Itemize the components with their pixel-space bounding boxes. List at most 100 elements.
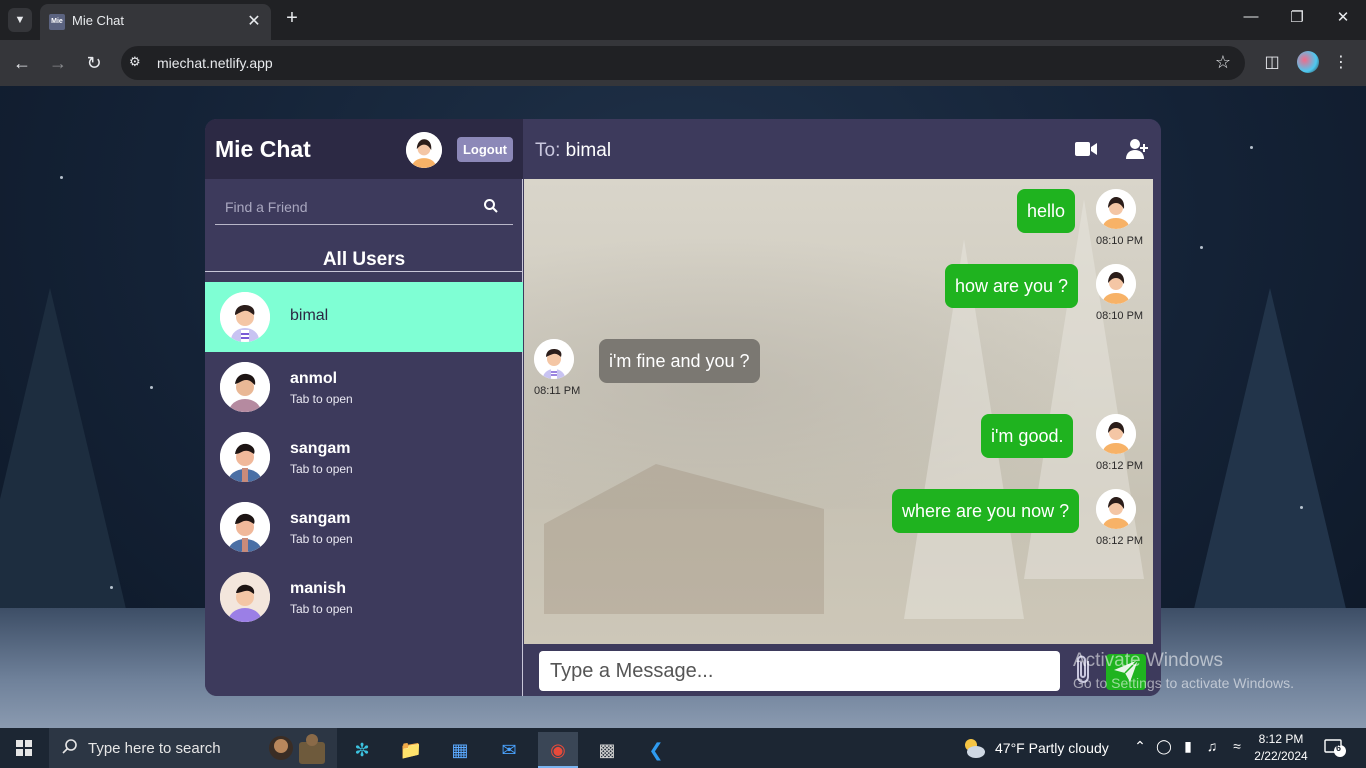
notification-icon[interactable]: 6 [1324,738,1346,758]
user-subtitle: Tab to open [290,392,353,406]
message-time: 08:12 PM [1096,535,1144,547]
message-bubble-out: i'm good. [981,414,1074,458]
message-composer [524,646,1161,696]
message-time: 08:11 PM [534,385,581,397]
restore-button[interactable]: ❐ [1286,8,1308,26]
clock-date: 2/22/2024 [1254,749,1308,763]
snowflake [150,386,153,389]
logout-button[interactable]: Logout [457,137,513,162]
avatar [220,502,270,552]
battery-icon[interactable]: ▮ [1179,738,1197,755]
clock[interactable]: 8:12 PM 2/22/2024 [1251,732,1311,763]
chat-header: To: bimal [524,119,1161,179]
user-item-manish[interactable]: manish Tab to open [205,562,523,632]
avatar [1096,264,1136,304]
search-icon[interactable] [483,198,499,214]
avatar [220,362,270,412]
tab-favicon: Mie [49,14,65,30]
tab-search-button[interactable]: ▼ [8,8,32,32]
chat-recipient: To: bimal [535,140,611,162]
chat-app: Mie Chat Logout All Users bimal anmol Ta… [205,119,1161,696]
tab-title: Mie Chat [72,13,125,28]
edge-app-icon[interactable]: ✼ [342,732,382,768]
snowflake [1250,146,1253,149]
activation-watermark: Activate Windows Go to Settings to activ… [1073,650,1294,691]
avatar [220,432,270,482]
user-item-bimal[interactable]: bimal [205,282,523,352]
avatar [1096,489,1136,529]
forward-icon[interactable]: → [46,51,70,75]
search-bar [215,189,513,225]
vscode-app-icon[interactable]: ❮ [636,732,676,768]
snowflake [110,586,113,589]
find-friend-input[interactable] [225,197,465,217]
windows-start-icon[interactable] [16,740,32,756]
snowflake [1300,506,1303,509]
message-time: 08:10 PM [1096,310,1144,322]
weather-widget[interactable]: 47°F Partly cloudy [962,735,1122,761]
tab-close-icon[interactable]: ✕ [245,11,263,31]
avatar [220,292,270,342]
watermark-subtitle: Go to Settings to activate Windows. [1073,675,1294,691]
profile-avatar[interactable] [1297,51,1319,73]
user-name: sangam [290,510,351,527]
user-subtitle: Tab to open [290,602,353,616]
clock-time: 8:12 PM [1258,732,1304,746]
user-name: sangam [290,440,351,457]
message-time: 08:12 PM [1096,460,1144,472]
terminal-app-icon[interactable]: ▩ [587,732,627,768]
user-item-sangam[interactable]: sangam Tab to open [205,492,523,562]
site-info-icon[interactable]: ⚙ [129,54,141,70]
wifi-icon[interactable]: ≈ [1228,738,1246,754]
user-item-sangam[interactable]: sangam Tab to open [205,422,523,492]
message-input[interactable] [539,651,1060,691]
url-text[interactable]: miechat.netlify.app [157,55,273,71]
recipient-prefix: To: [535,140,561,161]
message-scrollbar[interactable] [1153,179,1161,644]
browser-tab[interactable]: Mie Mie Chat ✕ [40,4,271,40]
snowflake [1200,246,1203,249]
taskbar-search[interactable]: Type here to search [49,728,337,768]
message-bubble-in: i'm fine and you ? [599,339,760,383]
search-text: Type here to search [88,740,221,757]
chat-panel: To: bimal hello 08:10 PM how are you ? 0… [524,119,1161,696]
file-explorer-icon[interactable]: 📁 [391,732,431,768]
divider [205,271,523,272]
avatar [1096,189,1136,229]
partly-cloudy-icon [965,739,985,758]
user-name: anmol [290,370,338,387]
video-call-icon[interactable] [1074,139,1098,159]
user-item-anmol[interactable]: anmol Tab to open [205,352,523,422]
volume-icon[interactable]: ♫ [1203,738,1221,754]
chevron-up-icon[interactable]: ⌃ [1131,738,1149,755]
user-subtitle: Tab to open [290,532,353,546]
notification-count: 6 [1336,743,1342,753]
back-icon[interactable]: ← [10,51,34,75]
reload-icon[interactable]: ↻ [82,51,106,75]
sidebar-header: Mie Chat Logout [205,119,523,179]
brand-title: Mie Chat [215,136,311,162]
store-app-icon[interactable]: ▦ [440,732,480,768]
search-highlight-icon [269,734,325,764]
my-avatar [406,132,442,168]
sidebar: Mie Chat Logout All Users bimal anmol Ta… [205,119,523,696]
minimize-button[interactable]: — [1240,8,1262,25]
bookmark-star-icon[interactable]: ☆ [1215,52,1231,73]
side-panel-icon[interactable]: ◫ [1261,52,1283,72]
meet-icon[interactable]: ◯ [1155,738,1173,755]
close-window-button[interactable]: ✕ [1332,8,1354,26]
avatar [534,339,574,379]
address-bar[interactable]: ⚙ miechat.netlify.app ☆ [121,46,1245,80]
message-bubble-out: how are you ? [945,264,1079,308]
message-bubble-out: hello [1017,189,1076,233]
search-icon [62,739,77,754]
add-user-icon[interactable] [1125,136,1149,160]
snowflake [60,176,63,179]
mail-app-icon[interactable]: ✉ [489,732,529,768]
user-name: manish [290,580,347,597]
menu-kebab-icon[interactable]: ⋮ [1330,52,1352,72]
avatar [1096,414,1136,454]
chrome-app-icon[interactable]: ◉ [538,732,578,768]
message-bubble-out: where are you now ? [892,489,1080,533]
new-tab-button[interactable]: + [282,7,302,30]
